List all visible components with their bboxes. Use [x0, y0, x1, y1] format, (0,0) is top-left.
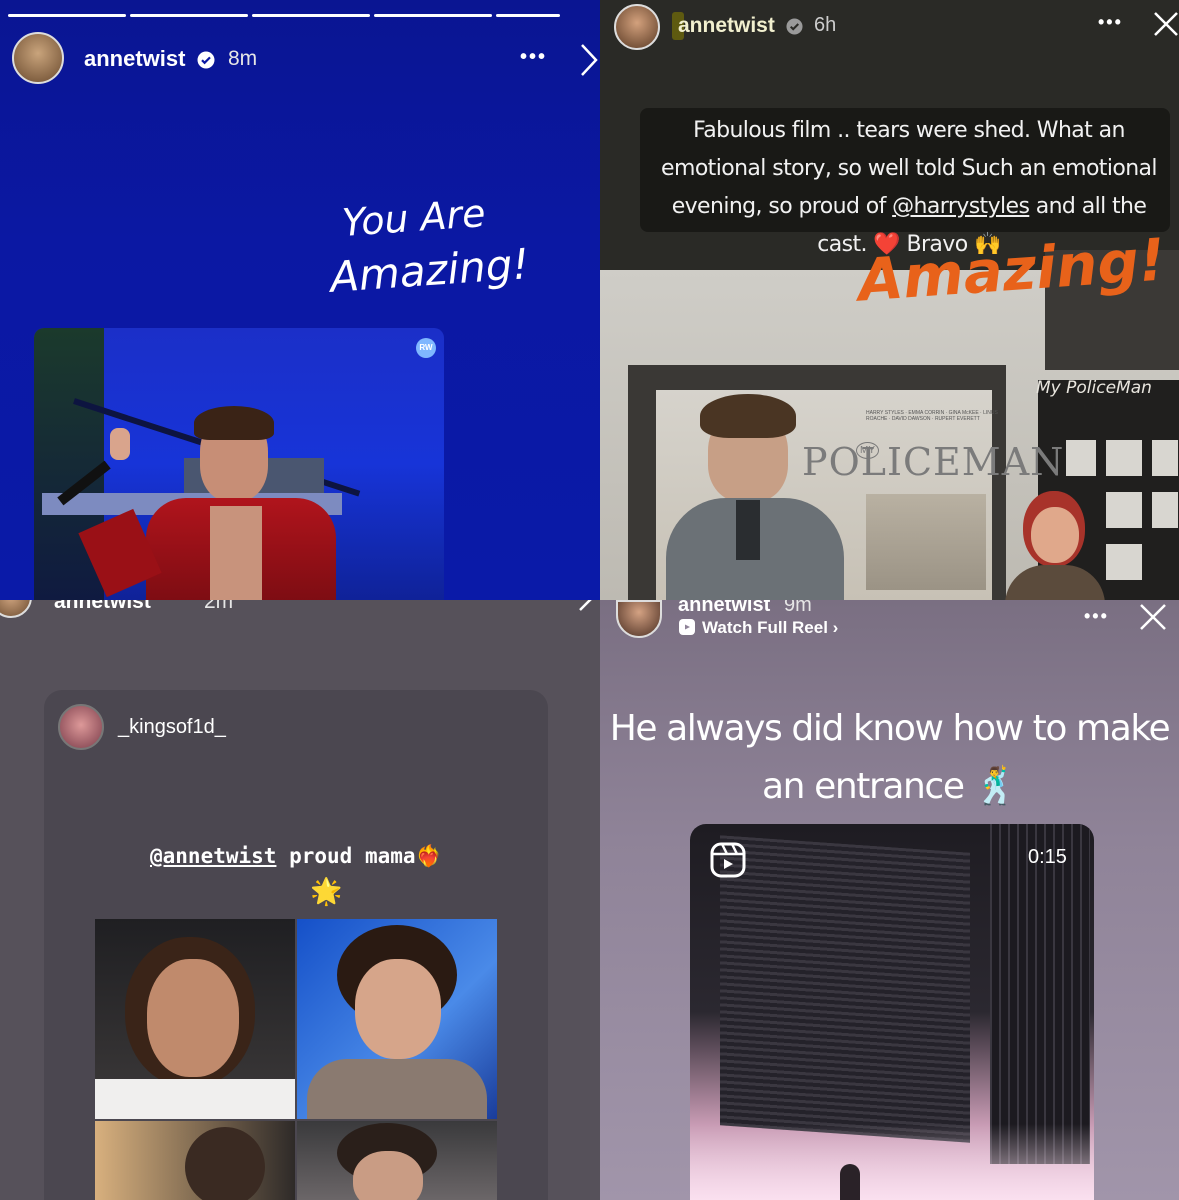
collage-photo-2: [297, 919, 497, 1119]
username[interactable]: annetwist: [84, 46, 185, 72]
reel-icon: [679, 619, 695, 635]
star-emoji: 🌟: [310, 876, 343, 906]
reel-video-preview[interactable]: 0:15: [690, 824, 1094, 1200]
sticker-text-line1: You Are: [340, 191, 487, 245]
caption-text: proud mama❤️‍🔥: [276, 844, 442, 868]
post-time: 2m: [204, 600, 234, 613]
close-icon[interactable]: [578, 600, 600, 618]
progress-segment: [252, 14, 370, 17]
collage-photo-1: [95, 919, 295, 1119]
story-panel-2[interactable]: My PoliceMan HARRY STYLES · EMMA CORRIN …: [600, 0, 1179, 600]
repost-caption: @annetwist proud mama❤️‍🔥: [150, 844, 442, 869]
watch-full-reel-link[interactable]: Watch Full Reel ›: [702, 618, 838, 638]
repost-avatar[interactable]: [58, 704, 104, 750]
more-icon[interactable]: •••: [1098, 12, 1123, 33]
username[interactable]: annetwist: [678, 14, 775, 38]
progress-segment: [374, 14, 492, 17]
verified-icon: [197, 51, 215, 69]
concert-photo: RW: [34, 328, 444, 600]
avatar[interactable]: [616, 600, 662, 638]
chevron-right-icon[interactable]: [578, 42, 600, 78]
poster-title: POLICEMAN: [802, 440, 1065, 484]
more-icon[interactable]: •••: [520, 600, 545, 607]
watermark-badge: RW: [416, 338, 436, 358]
post-time: 8m: [228, 47, 258, 70]
mention-link[interactable]: @harrystyles: [892, 194, 1030, 219]
more-icon[interactable]: •••: [1084, 606, 1109, 627]
progress-segment: [130, 14, 248, 17]
story-panel-3[interactable]: annetwist 2m ••• _kingsof1d_ @annetwist …: [0, 600, 600, 1200]
close-icon[interactable]: [1138, 602, 1168, 632]
close-icon[interactable]: [1152, 10, 1179, 38]
video-duration: 0:15: [1028, 846, 1067, 868]
collage-photo-3: [95, 1121, 295, 1200]
reel-icon: [710, 842, 746, 878]
progress-segment: [496, 14, 560, 17]
avatar[interactable]: [614, 4, 660, 50]
username[interactable]: annetwist: [54, 600, 151, 614]
wall-text: My PoliceMan: [1036, 378, 1152, 398]
post-time: 9m: [784, 600, 812, 616]
person-photo: [1005, 485, 1105, 600]
story-caption: He always did know how to make an entran…: [609, 708, 1171, 807]
avatar[interactable]: [0, 600, 32, 618]
avatar[interactable]: [12, 32, 64, 84]
progress-segment: [8, 14, 126, 17]
story-panel-4[interactable]: annetwist 9m Watch Full Reel › ••• He al…: [600, 600, 1179, 1200]
sticker-text-line2: Amazing!: [328, 239, 531, 302]
poster-cast: HARRY STYLES · EMMA CORRIN · GINA McKEE …: [866, 410, 998, 422]
username[interactable]: annetwist: [678, 600, 770, 617]
repost-username[interactable]: _kingsof1d_: [118, 716, 226, 739]
collage-photo-4: [297, 1121, 497, 1200]
post-time: 6h: [814, 14, 837, 36]
verified-icon: [786, 18, 803, 35]
mention-link[interactable]: @annetwist: [150, 844, 276, 868]
story-panel-1[interactable]: annetwist 8m ••• You Are Amazing! RW: [0, 0, 600, 600]
more-icon[interactable]: •••: [520, 46, 547, 69]
movie-poster: HARRY STYLES · EMMA CORRIN · GINA McKEE …: [656, 390, 1063, 600]
